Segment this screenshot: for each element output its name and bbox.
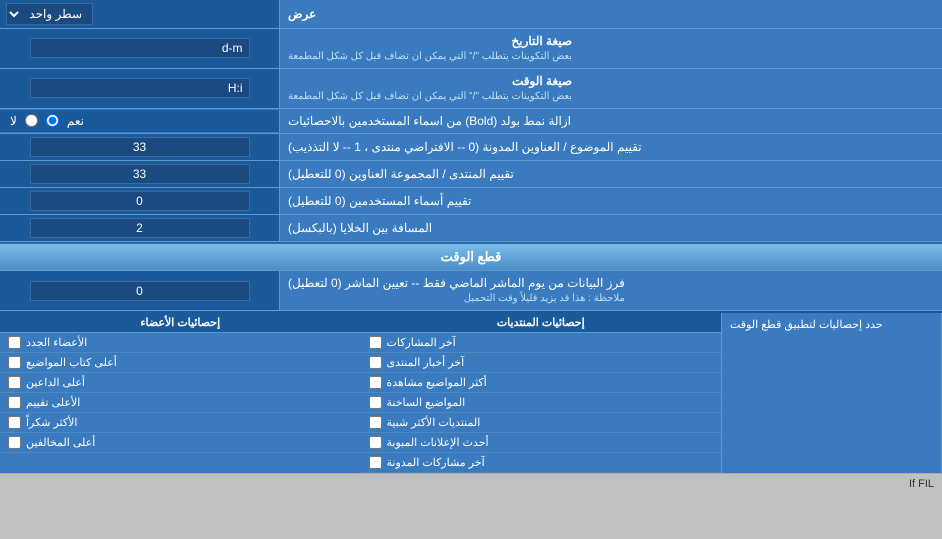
forum-stats-col: إحصائيات المنتديات آخر المشاركات آخر أخب… [361, 313, 723, 473]
forum-stat-item-1: آخر المشاركات [361, 333, 722, 353]
cutoff-section-header: قطع الوقت [0, 242, 942, 271]
footer-text: If FIL [909, 478, 934, 490]
member-stat-item-3: أعلى الداعين [0, 373, 361, 393]
forum-stat-label-3: أكثر المواضيع مشاهدة [387, 376, 487, 389]
forum-order-label: تقييم المنتدى / المجموعة العناوين (0 للت… [280, 161, 942, 187]
time-format-input-container [0, 69, 280, 108]
member-stat-check-5[interactable] [8, 416, 21, 429]
forum-stat-label-4: المواضيع الساخنة [387, 396, 466, 409]
forum-stat-item-6: أحدث الإعلانات المبوبة [361, 433, 722, 453]
forum-stat-check-4[interactable] [369, 396, 382, 409]
forum-stat-check-6[interactable] [369, 436, 382, 449]
stats-section: حدد إحصاليات لتطبيق قطع الوقت إحصائيات ا… [0, 311, 942, 473]
forum-stat-check-5[interactable] [369, 416, 382, 429]
display-label: عرض [280, 2, 942, 27]
forum-stat-item-3: أكثر المواضيع مشاهدة [361, 373, 722, 393]
radio-yes[interactable] [46, 114, 59, 127]
forum-stat-check-7[interactable] [369, 456, 382, 469]
forum-order-input-container [0, 161, 280, 187]
member-stat-check-4[interactable] [8, 396, 21, 409]
date-format-row: صيغة التاريخ بعض التكوينات يتطلب "/" الت… [0, 29, 942, 69]
member-stat-item-4: الأعلى تقييم [0, 393, 361, 413]
member-stat-check-3[interactable] [8, 376, 21, 389]
forum-order-row: تقييم المنتدى / المجموعة العناوين (0 للت… [0, 161, 942, 188]
member-stats-col: إحصائيات الأعضاء الأعضاء الجدد أعلى كتاب… [0, 313, 361, 473]
forum-stat-item-4: المواضيع الساخنة [361, 393, 722, 413]
users-order-label: تقييم أسماء المستخدمين (0 للتعطيل) [280, 188, 942, 214]
time-format-row: صيغة الوقت بعض التكوينات يتطلب "/" التي … [0, 69, 942, 109]
date-format-input[interactable] [30, 38, 250, 58]
users-order-row: تقييم أسماء المستخدمين (0 للتعطيل) [0, 188, 942, 215]
member-stat-check-6[interactable] [8, 436, 21, 449]
member-stat-label-4: الأعلى تقييم [26, 396, 80, 409]
forum-stat-label-2: آخر أخبار المنتدى [387, 356, 465, 369]
cutoff-input[interactable] [30, 281, 250, 301]
users-order-input[interactable] [30, 191, 250, 211]
entry-distance-input-container [0, 215, 280, 241]
display-row: عرض سطر واحد [0, 0, 942, 29]
member-stat-item-2: أعلى كتاب المواضيع [0, 353, 361, 373]
forum-stat-item-5: المنتديات الأكثر شبية [361, 413, 722, 433]
display-select-container: سطر واحد [0, 0, 280, 28]
radio-no[interactable] [25, 114, 38, 127]
cutoff-input-container [0, 271, 280, 310]
date-format-label: صيغة التاريخ بعض التكوينات يتطلب "/" الت… [280, 29, 942, 68]
topics-order-input[interactable] [30, 137, 250, 157]
forum-stat-label-6: أحدث الإعلانات المبوبة [387, 436, 489, 449]
member-stat-label-2: أعلى كتاب المواضيع [26, 356, 117, 369]
remove-bold-row: ازالة نمط بولد (Bold) من اسماء المستخدمي… [0, 109, 942, 135]
member-stat-item-5: الأكثر شكراً [0, 413, 361, 433]
member-stat-check-2[interactable] [8, 356, 21, 369]
forum-stat-item-2: آخر أخبار المنتدى [361, 353, 722, 373]
member-stat-item-1: الأعضاء الجدد [0, 333, 361, 353]
member-stat-check-1[interactable] [8, 336, 21, 349]
cutoff-row: فرز البيانات من يوم الماشر الماضي فقط --… [0, 271, 942, 311]
member-stat-label-5: الأكثر شكراً [26, 416, 77, 429]
forum-stat-item-7: آخر مشاركات المدونة [361, 453, 722, 473]
entry-distance-row: المسافة بين الخلايا (بالبكسل) [0, 215, 942, 242]
member-stat-label-6: أعلى المخالفين [26, 436, 95, 449]
forum-stat-label-5: المنتديات الأكثر شبية [387, 416, 481, 429]
remove-bold-label: ازالة نمط بولد (Bold) من اسماء المستخدمي… [280, 109, 942, 134]
display-select[interactable]: سطر واحد [6, 3, 93, 25]
footer-row: If FIL [0, 473, 942, 494]
time-format-input[interactable] [30, 78, 250, 98]
topics-order-label: تقييم الموضوع / العناوين المدونة (0 -- ا… [280, 134, 942, 160]
member-stat-label-3: أعلى الداعين [26, 376, 85, 389]
forum-stat-check-3[interactable] [369, 376, 382, 389]
forum-stat-label-1: آخر المشاركات [387, 336, 456, 349]
cutoff-label: فرز البيانات من يوم الماشر الماضي فقط --… [280, 271, 942, 310]
entry-distance-input[interactable] [30, 218, 250, 238]
radio-yes-label: نعم [67, 114, 84, 128]
forum-stat-check-2[interactable] [369, 356, 382, 369]
forum-stat-label-7: آخر مشاركات المدونة [387, 456, 485, 469]
topics-order-input-container [0, 134, 280, 160]
member-stat-item-6: أعلى المخالفين [0, 433, 361, 453]
users-order-input-container [0, 188, 280, 214]
remove-bold-radio-container: لا نعم [0, 110, 280, 132]
date-format-input-container [0, 29, 280, 68]
topics-order-row: تقييم الموضوع / العناوين المدونة (0 -- ا… [0, 134, 942, 161]
forum-stats-header: إحصائيات المنتديات [361, 313, 722, 333]
entry-distance-label: المسافة بين الخلايا (بالبكسل) [280, 215, 942, 241]
apply-label-col: حدد إحصاليات لتطبيق قطع الوقت [722, 313, 942, 473]
member-stat-label-1: الأعضاء الجدد [26, 336, 87, 349]
member-stats-header: إحصائيات الأعضاء [0, 313, 361, 333]
forum-stat-check-1[interactable] [369, 336, 382, 349]
time-format-label: صيغة الوقت بعض التكوينات يتطلب "/" التي … [280, 69, 942, 108]
forum-order-input[interactable] [30, 164, 250, 184]
radio-no-label: لا [10, 114, 17, 128]
